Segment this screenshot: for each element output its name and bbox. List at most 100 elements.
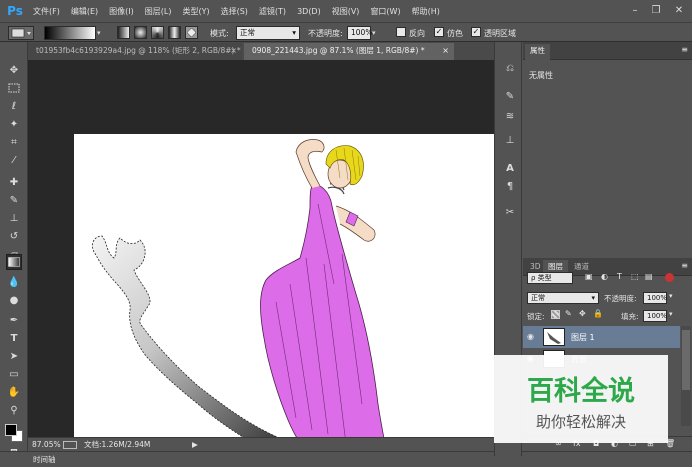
menu-file[interactable]: 文件(F) xyxy=(33,6,60,17)
no-properties-text: 无属性 xyxy=(529,71,553,80)
chevron-down-icon[interactable]: ▾ xyxy=(669,292,673,300)
menu-edit[interactable]: 编辑(E) xyxy=(71,6,98,17)
menu-3d[interactable]: 3D(D) xyxy=(297,7,321,16)
diamond-gradient-button[interactable] xyxy=(185,26,198,39)
hand-tool-icon[interactable]: ✋ xyxy=(6,384,22,400)
lock-position-icon[interactable]: ✥ xyxy=(579,309,586,318)
tab-properties[interactable]: 属性 xyxy=(525,44,550,60)
menu-window[interactable]: 窗口(W) xyxy=(370,6,400,17)
document-tabs: t01953fb4c6193929a4.jpg @ 118% (矩形 2, RG… xyxy=(28,42,494,60)
crop-tool-icon[interactable]: ⌗ xyxy=(6,134,22,150)
clone-source-icon[interactable]: ⊥ xyxy=(502,132,518,148)
panel-menu-icon[interactable]: ≡ xyxy=(681,45,688,54)
reverse-checkbox[interactable] xyxy=(396,27,406,37)
character-icon[interactable]: A xyxy=(502,160,518,176)
opacity-label: 不透明度: xyxy=(308,29,343,38)
document-info: 文档:1.26M/2.94M xyxy=(84,440,151,449)
status-menu-arrow[interactable]: ▶ xyxy=(192,438,198,451)
path-selection-tool-icon[interactable]: ➤ xyxy=(6,348,22,364)
minimize-button[interactable]: – xyxy=(626,2,644,18)
menu-type[interactable]: 类型(Y) xyxy=(182,6,209,17)
layer-name: 图层 1 xyxy=(571,333,595,342)
watermark-title: 百科全说 xyxy=(527,376,635,407)
watermark-overlay: 百科全说 助你轻松解决 xyxy=(494,355,668,443)
menu-help[interactable]: 帮助(H) xyxy=(412,6,440,17)
lock-all-icon[interactable]: 🔒 xyxy=(593,309,603,318)
filter-pixel-icon[interactable]: ▣ xyxy=(585,272,593,281)
raised-arm xyxy=(295,139,325,189)
layer-filter-select[interactable]: ρ 类型 xyxy=(527,272,573,284)
opacity-dropdown[interactable]: ▾ xyxy=(372,26,383,40)
healing-brush-tool-icon[interactable]: ✚ xyxy=(6,174,22,190)
timeline-bar: 时间轴 xyxy=(0,451,692,467)
brush-preset-icon[interactable]: ✎ xyxy=(502,88,518,104)
clone-stamp-tool-icon[interactable]: ⊥ xyxy=(6,210,22,226)
marquee-tool-icon[interactable] xyxy=(6,80,22,96)
layers-scrollbar[interactable] xyxy=(681,326,691,426)
chevron-down-icon[interactable]: ▾ xyxy=(669,310,673,318)
transparency-checkbox[interactable]: ✓ xyxy=(471,27,481,37)
reflected-gradient-button[interactable] xyxy=(168,26,181,39)
tool-presets-icon[interactable]: ✂ xyxy=(502,204,518,220)
move-tool-icon[interactable]: ✥ xyxy=(6,62,22,78)
eye-icon[interactable]: ◉ xyxy=(527,332,534,341)
filter-smart-object-icon[interactable]: ▤ xyxy=(645,272,653,281)
lock-pixels-icon[interactable]: ✎ xyxy=(565,309,572,318)
adjustments-icon[interactable]: ≋ xyxy=(502,108,518,124)
timeline-label[interactable]: 时间轴 xyxy=(33,454,56,465)
blur-tool-icon[interactable]: 💧 xyxy=(6,274,22,290)
dodge-tool-icon[interactable]: ● xyxy=(6,292,22,308)
filter-toggle-icon[interactable] xyxy=(665,273,674,282)
history-brush-tool-icon[interactable]: ↺ xyxy=(6,228,22,244)
tab-document-2[interactable]: 0908_221443.jpg @ 87.1% (图层 1, RGB/8#) *… xyxy=(244,43,454,60)
shape-tool-icon[interactable]: ▭ xyxy=(6,366,22,382)
menu-image[interactable]: 图像(I) xyxy=(109,6,134,17)
magic-wand-tool-icon[interactable]: ✦ xyxy=(6,116,22,132)
close-window-button[interactable]: ✕ xyxy=(670,2,688,18)
opacity-input[interactable]: 100% xyxy=(347,26,372,40)
menu-select[interactable]: 选择(S) xyxy=(221,6,248,17)
lasso-tool-icon[interactable]: ℓ xyxy=(6,98,22,114)
tool-preset-picker[interactable] xyxy=(8,26,34,40)
lock-transparent-icon[interactable] xyxy=(551,310,560,319)
status-bar: 87.05% 文档:1.26M/2.94M ▶ xyxy=(28,437,494,451)
fill-input[interactable]: 100% xyxy=(643,310,667,322)
scrollbar-thumb[interactable] xyxy=(682,330,690,390)
gradient-picker[interactable] xyxy=(44,26,96,40)
history-icon[interactable]: ⎌ xyxy=(502,60,518,76)
menu-layer[interactable]: 图层(L) xyxy=(145,6,172,17)
chevron-down-icon[interactable]: ▾ xyxy=(97,26,107,40)
gradient-tool-button[interactable] xyxy=(6,254,22,270)
radial-gradient-button[interactable] xyxy=(134,26,147,39)
layer-row-layer1[interactable]: ◉ 图层 1 xyxy=(523,326,680,348)
eyedropper-tool-icon[interactable]: ⁄ xyxy=(6,152,22,168)
document-canvas[interactable] xyxy=(74,134,496,467)
filter-type-icon[interactable]: T xyxy=(617,272,622,281)
close-icon[interactable]: × xyxy=(442,43,449,59)
filter-adjustment-icon[interactable]: ◐ xyxy=(601,272,608,281)
zoom-level[interactable]: 87.05% xyxy=(32,438,61,451)
close-icon[interactable]: × xyxy=(230,43,237,59)
zoom-tool-icon[interactable]: ⚲ xyxy=(6,402,22,418)
tab-document-1[interactable]: t01953fb4c6193929a4.jpg @ 118% (矩形 2, RG… xyxy=(28,43,242,60)
status-icon xyxy=(63,441,77,449)
properties-panel-header: 属性 ≡ xyxy=(523,42,692,60)
layer-opacity-input[interactable]: 100% xyxy=(643,292,667,304)
chevron-down-icon: ▾ xyxy=(292,28,296,37)
menu-view[interactable]: 视图(V) xyxy=(332,6,360,17)
layer-filter-value: ρ 类型 xyxy=(531,274,552,282)
panel-menu-icon[interactable]: ≡ xyxy=(681,261,688,270)
angle-gradient-button[interactable] xyxy=(151,26,164,39)
type-tool-icon[interactable]: T xyxy=(6,330,22,346)
brush-tool-icon[interactable]: ✎ xyxy=(6,192,22,208)
menu-filter[interactable]: 滤镜(T) xyxy=(259,6,286,17)
linear-gradient-button[interactable] xyxy=(117,26,130,39)
mode-select[interactable]: 正常 ▾ xyxy=(236,26,300,40)
restore-button[interactable]: ❐ xyxy=(647,2,665,18)
paragraph-icon[interactable]: ¶ xyxy=(502,178,518,194)
pen-tool-icon[interactable]: ✒ xyxy=(6,312,22,328)
dither-checkbox[interactable]: ✓ xyxy=(434,27,444,37)
tab-title: 0908_221443.jpg @ 87.1% (图层 1, RGB/8#) * xyxy=(252,46,425,55)
blend-mode-select[interactable]: 正常 ▾ xyxy=(527,292,599,304)
filter-shape-icon[interactable]: ⬚ xyxy=(631,272,639,281)
